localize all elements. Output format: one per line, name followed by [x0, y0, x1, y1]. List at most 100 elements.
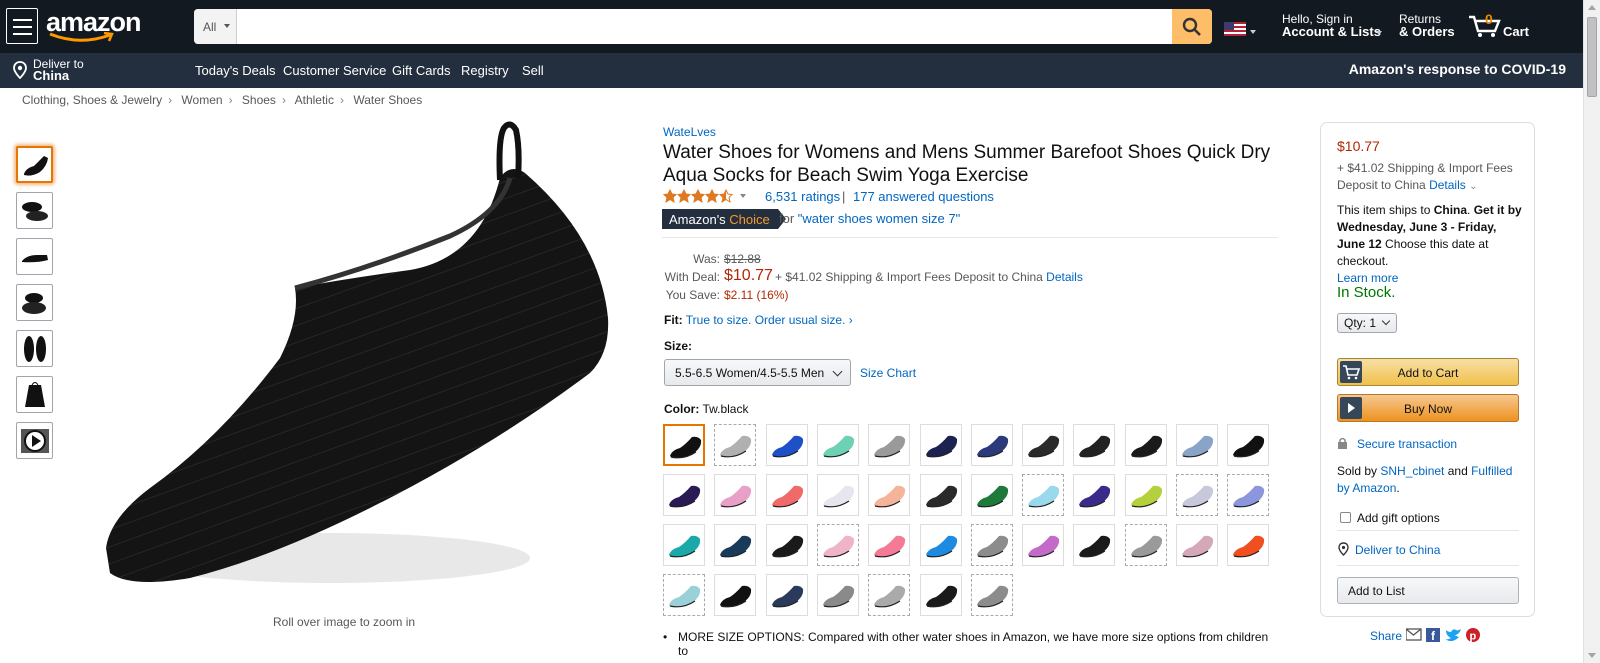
color-swatch[interactable] — [1073, 474, 1115, 516]
shoe-swatch-icon — [772, 485, 804, 508]
search-department-dropdown[interactable]: All — [194, 9, 237, 44]
color-swatch[interactable] — [868, 574, 910, 616]
star-rating-icon[interactable] — [663, 189, 737, 203]
shipping-details-link[interactable]: Details — [1046, 270, 1083, 284]
color-swatch[interactable] — [1125, 474, 1167, 516]
covid-response-link[interactable]: Amazon's response to COVID-19 — [1349, 61, 1566, 77]
color-swatch[interactable] — [766, 474, 808, 516]
breadcrumb-item[interactable]: Athletic — [295, 93, 334, 107]
add-to-list-button[interactable]: Add to List — [1337, 577, 1519, 604]
product-main-image[interactable] — [70, 118, 630, 608]
thumbnail-shoe-side[interactable] — [16, 146, 53, 183]
ratings-count-link[interactable]: 6,531 ratings — [765, 189, 840, 204]
brand-link[interactable]: WateLves — [663, 125, 716, 139]
thumbnail-video[interactable] — [16, 422, 53, 459]
color-swatch[interactable] — [920, 574, 962, 616]
shoe-swatch-icon — [669, 535, 701, 558]
nav-link-gift-cards[interactable]: Gift Cards — [392, 63, 451, 78]
color-swatch[interactable] — [920, 524, 962, 566]
scroll-down-icon[interactable] — [1588, 653, 1596, 658]
color-swatch[interactable] — [1227, 424, 1269, 466]
color-swatch[interactable] — [1073, 524, 1115, 566]
breadcrumb-item[interactable]: Shoes — [242, 93, 276, 107]
deliver-to-china-link[interactable]: Deliver to China — [1355, 543, 1440, 557]
color-swatch[interactable] — [766, 524, 808, 566]
color-swatch[interactable] — [971, 424, 1013, 466]
thumbnail-shoe-pair[interactable] — [16, 192, 53, 229]
scroll-up-icon[interactable] — [1588, 5, 1596, 10]
menu-icon[interactable] — [6, 8, 38, 44]
color-swatch[interactable] — [817, 524, 859, 566]
color-swatch[interactable] — [663, 574, 705, 616]
color-swatch[interactable] — [1227, 474, 1269, 516]
cart-label[interactable]: Cart — [1503, 24, 1529, 39]
shoe-swatch-icon — [874, 585, 906, 608]
seller-link[interactable]: SNH_cbinet — [1380, 464, 1444, 478]
nav-link-todays-deals[interactable]: Today's Deals — [195, 63, 276, 78]
color-swatch[interactable] — [1125, 424, 1167, 466]
us-flag-icon[interactable] — [1224, 22, 1246, 36]
color-swatch[interactable] — [714, 524, 756, 566]
color-swatch[interactable] — [868, 524, 910, 566]
color-swatch[interactable] — [663, 474, 705, 516]
quantity-dropdown[interactable]: Qty: 1 — [1337, 313, 1397, 333]
color-swatch[interactable] — [1176, 524, 1218, 566]
search-button[interactable] — [1172, 9, 1212, 44]
secure-transaction-link[interactable]: Secure transaction — [1357, 437, 1457, 451]
caret-down-icon[interactable] — [740, 194, 746, 198]
account-lists-link[interactable]: Account & Lists — [1282, 24, 1381, 39]
nav-link-customer-service[interactable]: Customer Service — [283, 63, 386, 78]
location-pin-icon[interactable] — [13, 61, 27, 79]
color-swatch[interactable] — [817, 574, 859, 616]
color-swatch[interactable] — [1125, 524, 1167, 566]
breadcrumb-item[interactable]: Women — [181, 93, 222, 107]
add-to-cart-button[interactable]: Add to Cart — [1337, 358, 1519, 386]
color-swatch[interactable] — [1022, 474, 1064, 516]
color-swatch[interactable] — [817, 424, 859, 466]
color-swatch[interactable] — [920, 424, 962, 466]
orders-link[interactable]: & Orders — [1399, 24, 1455, 39]
color-swatch[interactable] — [920, 474, 962, 516]
color-swatch[interactable] — [1176, 424, 1218, 466]
color-swatch[interactable] — [766, 574, 808, 616]
gift-options[interactable]: Add gift options — [1340, 511, 1440, 525]
color-swatch[interactable] — [1073, 424, 1115, 466]
color-swatch[interactable] — [714, 574, 756, 616]
color-swatch[interactable] — [714, 424, 756, 466]
color-swatch[interactable] — [868, 424, 910, 466]
breadcrumb-item[interactable]: Water Shoes — [353, 93, 422, 107]
color-swatch[interactable] — [1227, 524, 1269, 566]
thumbnail-shoe-sole[interactable] — [16, 330, 53, 367]
fit-link[interactable]: True to size. Order usual size. › — [686, 313, 853, 327]
thumbnail-shoe-bag[interactable] — [16, 376, 53, 413]
color-swatch[interactable] — [1022, 524, 1064, 566]
choice-query-link[interactable]: "water shoes women size 7" — [798, 211, 960, 226]
size-dropdown[interactable]: 5.5-6.5 Women/4.5-5.5 Men — [664, 359, 851, 386]
nav-link-sell[interactable]: Sell — [522, 63, 544, 78]
color-swatch[interactable] — [971, 474, 1013, 516]
gift-checkbox[interactable] — [1340, 512, 1351, 523]
deliver-country[interactable]: China — [33, 68, 69, 83]
amazon-logo[interactable]: amazon — [44, 6, 142, 46]
color-swatch[interactable] — [663, 524, 705, 566]
breadcrumb-item[interactable]: Clothing, Shoes & Jewelry — [22, 93, 162, 107]
color-swatch[interactable] — [817, 474, 859, 516]
color-swatch[interactable] — [714, 474, 756, 516]
color-swatch[interactable] — [766, 424, 808, 466]
scrollbar-thumb[interactable] — [1587, 17, 1597, 97]
color-swatch[interactable] — [1176, 474, 1218, 516]
color-swatch[interactable] — [663, 424, 705, 466]
color-swatch[interactable] — [971, 574, 1013, 616]
color-swatch[interactable] — [1022, 424, 1064, 466]
thumbnail-shoe-pair-angle[interactable] — [16, 284, 53, 321]
buybox-details-link[interactable]: Details — [1429, 178, 1466, 192]
color-swatch[interactable] — [868, 474, 910, 516]
search-input[interactable] — [238, 9, 1173, 44]
nav-link-registry[interactable]: Registry — [461, 63, 509, 78]
color-swatch[interactable] — [971, 524, 1013, 566]
buy-now-button[interactable]: Buy Now — [1337, 394, 1519, 422]
thumbnail-shoe-profile[interactable] — [16, 238, 53, 275]
page-scrollbar[interactable] — [1583, 0, 1600, 663]
size-chart-link[interactable]: Size Chart — [860, 366, 916, 380]
answered-questions-link[interactable]: 177 answered questions — [853, 189, 994, 204]
